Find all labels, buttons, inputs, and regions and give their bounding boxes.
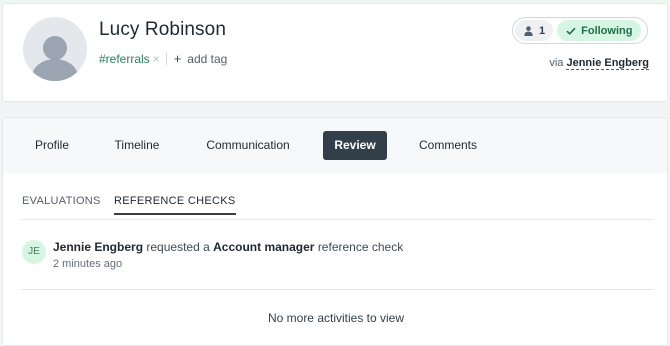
activity-avatar: JE bbox=[22, 240, 46, 264]
activity-object[interactable]: Account manager bbox=[213, 240, 314, 254]
via-prefix: via bbox=[549, 57, 564, 69]
review-subtabs: EVALUATIONS REFERENCE CHECKS bbox=[21, 194, 653, 220]
avatar-placeholder-icon bbox=[43, 36, 67, 60]
subtab-reference-checks[interactable]: REFERENCE CHECKS bbox=[114, 195, 236, 215]
candidate-name: Lucy Robinson bbox=[99, 19, 226, 40]
tab-bar: Profile Timeline Communication Review Co… bbox=[3, 118, 667, 173]
via-name-link[interactable]: Jennie Engberg bbox=[566, 57, 649, 70]
empty-state-text: No more activities to view bbox=[267, 311, 405, 325]
tab-communication[interactable]: Communication bbox=[193, 131, 303, 160]
divider bbox=[21, 289, 653, 290]
remove-tag-icon[interactable]: × bbox=[153, 52, 160, 66]
tag-referrals[interactable]: #referrals bbox=[99, 52, 150, 66]
activity-verb: requested a bbox=[146, 240, 210, 254]
add-tag-button[interactable]: + add tag bbox=[174, 51, 228, 66]
tab-comments[interactable]: Comments bbox=[408, 131, 488, 160]
following-button[interactable]: Following bbox=[557, 20, 642, 41]
followers-button[interactable]: 1 bbox=[515, 20, 554, 41]
add-tag-label: add tag bbox=[187, 51, 228, 66]
tab-review[interactable]: Review bbox=[323, 131, 387, 160]
subtab-evaluations[interactable]: EVALUATIONS bbox=[22, 195, 101, 215]
candidate-header: Lucy Robinson #referrals × + add tag 1 F… bbox=[2, 3, 668, 102]
activity-timestamp: 2 minutes ago bbox=[53, 258, 123, 270]
followers-count: 1 bbox=[539, 24, 546, 37]
candidate-main-panel: Profile Timeline Communication Review Co… bbox=[2, 117, 668, 346]
avatar bbox=[23, 17, 87, 81]
follow-control: 1 Following bbox=[512, 17, 648, 44]
tab-timeline[interactable]: Timeline bbox=[101, 131, 173, 160]
activity-text: Jennie Engberg requested a Account manag… bbox=[53, 240, 403, 254]
source-info: via Jennie Engberg bbox=[549, 57, 649, 70]
following-label: Following bbox=[581, 24, 633, 37]
user-icon bbox=[524, 25, 533, 36]
tag-list: #referrals × + add tag bbox=[99, 51, 227, 66]
tag-divider bbox=[165, 52, 167, 65]
plus-icon: + bbox=[173, 51, 182, 66]
activity-suffix: reference check bbox=[317, 240, 404, 254]
activity-actor[interactable]: Jennie Engberg bbox=[53, 240, 143, 254]
avatar-body-shape bbox=[32, 59, 78, 81]
tab-profile[interactable]: Profile bbox=[21, 131, 83, 160]
check-icon bbox=[566, 27, 576, 35]
